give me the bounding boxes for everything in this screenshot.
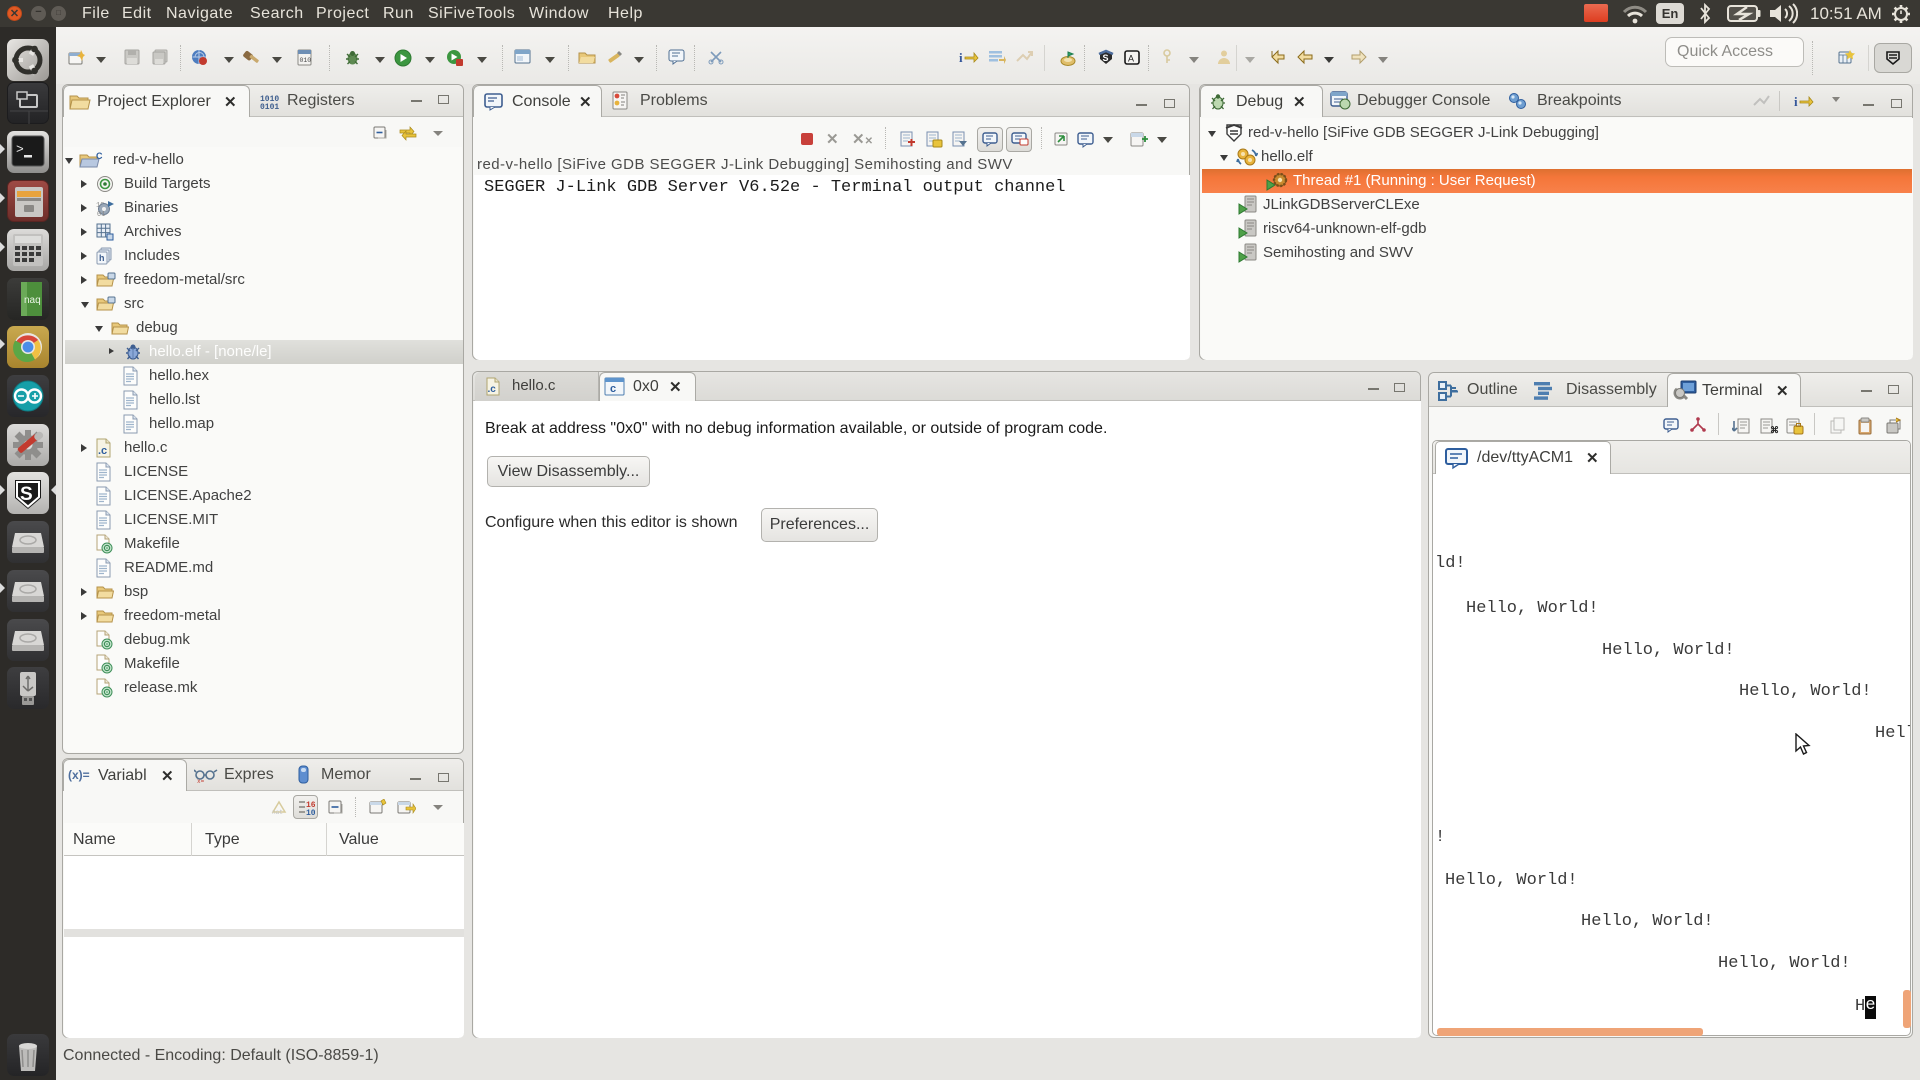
svg-text:A: A	[1128, 54, 1134, 64]
svg-text:x=: x=	[197, 778, 205, 784]
svg-text:i: i	[959, 50, 963, 65]
svg-text:c: c	[610, 383, 616, 395]
svg-text:01: 01	[97, 211, 105, 217]
svg-text:nat: nat	[272, 809, 283, 815]
svg-text:naq: naq	[24, 295, 41, 306]
svg-text:i: i	[1794, 94, 1798, 109]
svg-text:010: 010	[300, 57, 312, 64]
svg-text:.c: .c	[488, 384, 497, 395]
svg-text:.c: .c	[98, 445, 107, 457]
svg-text:10: 10	[306, 809, 315, 815]
svg-text:S: S	[1103, 53, 1109, 63]
svg-text:C: C	[96, 151, 103, 161]
svg-text:>: >	[16, 142, 24, 157]
svg-text:⌘: ⌘	[1770, 425, 1779, 435]
svg-text:h: h	[99, 253, 105, 263]
svg-text:S: S	[20, 484, 33, 505]
